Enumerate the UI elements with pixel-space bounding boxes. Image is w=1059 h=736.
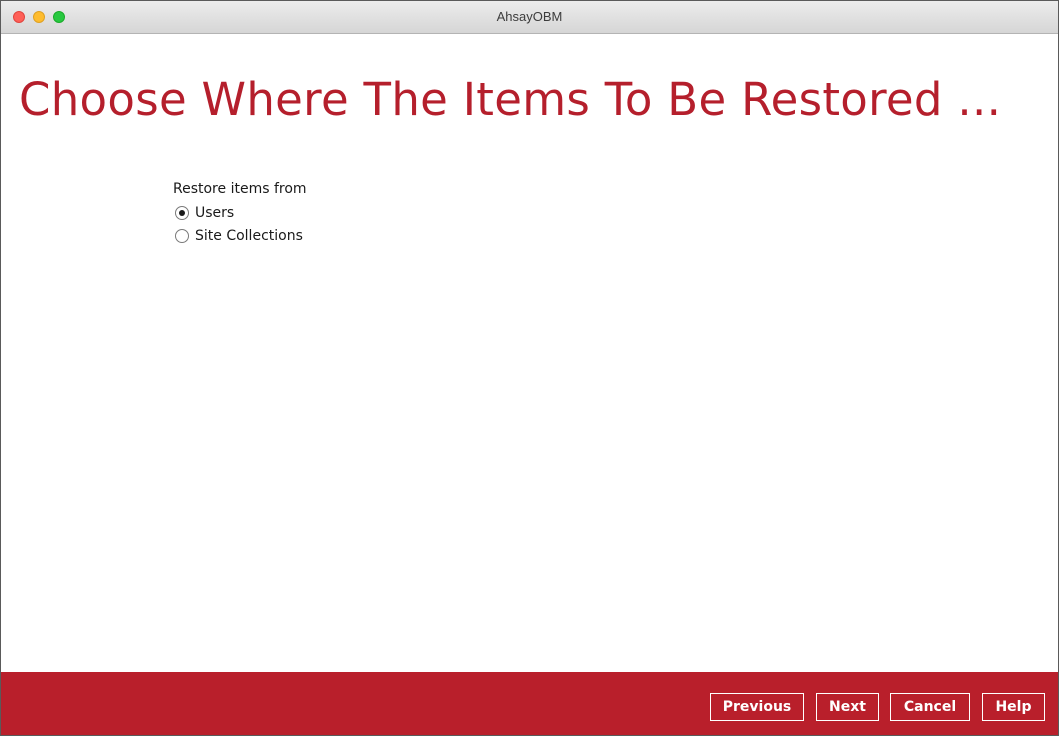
radio-label-site-collections: Site Collections [195, 227, 303, 244]
title-bar[interactable]: AhsayOBM [1, 1, 1058, 34]
window-title: AhsayOBM [496, 9, 563, 24]
cancel-button[interactable]: Cancel [890, 693, 970, 721]
footer-bar: Previous Next Cancel Help [1, 672, 1058, 735]
page-title: Choose Where The Items To Be Restored ..… [19, 73, 1002, 126]
restore-source-label: Restore items from [173, 181, 307, 197]
radio-button-users[interactable] [175, 205, 189, 220]
next-button[interactable]: Next [816, 693, 879, 721]
restore-source-group: Restore items from Users Site Collection… [173, 181, 307, 247]
previous-button[interactable]: Previous [710, 693, 804, 721]
help-button[interactable]: Help [982, 693, 1045, 721]
radio-option-users[interactable]: Users [173, 201, 307, 224]
radio-button-site-collections[interactable] [175, 228, 189, 243]
radio-option-site-collections[interactable]: Site Collections [173, 224, 307, 247]
app-window: AhsayOBM Choose Where The Items To Be Re… [0, 0, 1059, 736]
radio-label-users: Users [195, 204, 235, 221]
